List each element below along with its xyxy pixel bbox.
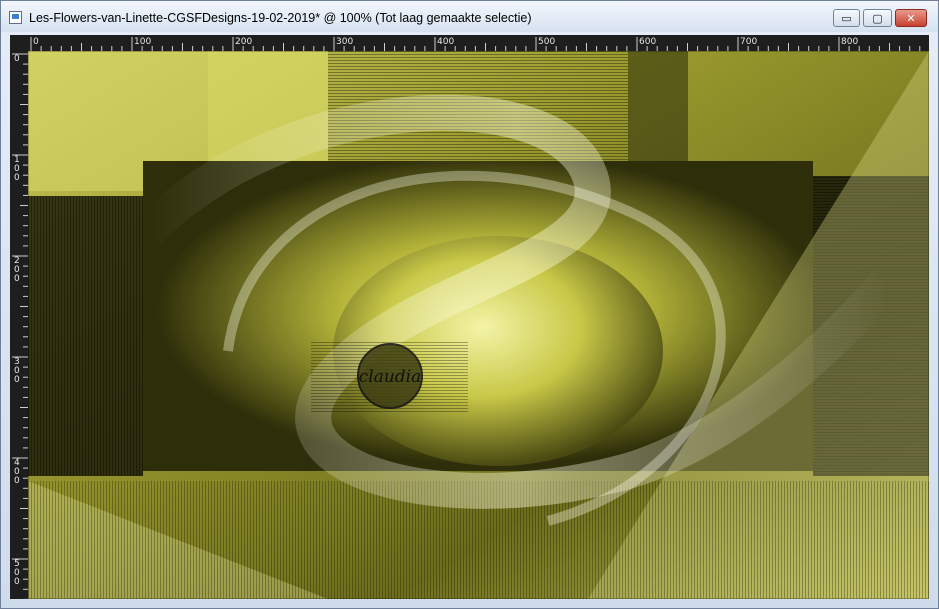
ruler-label: 0 xyxy=(14,173,20,183)
ruler-corner xyxy=(10,35,28,51)
title-bar[interactable]: Les-Flowers-van-Linette-CGSFDesigns-19-0… xyxy=(1,1,938,32)
close-button[interactable]: ✕ xyxy=(895,9,927,27)
window-title: Les-Flowers-van-Linette-CGSFDesigns-19-0… xyxy=(29,11,532,25)
ruler-label: 0 xyxy=(14,54,20,64)
watermark-text: claudia xyxy=(359,367,422,387)
ruler-label: 600 xyxy=(639,37,656,47)
document-icon xyxy=(9,11,22,24)
ruler-label: 0 xyxy=(14,577,20,587)
ruler-label: 300 xyxy=(336,37,353,47)
ruler-label: 700 xyxy=(740,37,757,47)
ruler-label: 400 xyxy=(437,37,454,47)
image-canvas[interactable]: claudia xyxy=(28,51,929,599)
image-window: Les-Flowers-van-Linette-CGSFDesigns-19-0… xyxy=(0,0,939,609)
claudia-watermark: claudia xyxy=(311,341,468,413)
ruler-label: 100 xyxy=(134,37,151,47)
vertical-ruler[interactable]: 0100200300400500 xyxy=(10,51,28,599)
ruler-label: 500 xyxy=(538,37,555,47)
ruler-label: 0 xyxy=(14,274,20,284)
horizontal-ruler[interactable]: 0 100 200 300 400 500 600 700 800 xyxy=(28,35,929,51)
minimize-button[interactable]: ▭ xyxy=(833,9,860,27)
ruler-label: 800 xyxy=(841,37,858,47)
ruler-label: 0 xyxy=(33,37,39,47)
ruler-label: 200 xyxy=(235,37,252,47)
ruler-label: 0 xyxy=(14,476,20,486)
left-dark-lines xyxy=(28,196,143,476)
ruler-label: 0 xyxy=(14,375,20,385)
artwork: claudia xyxy=(28,51,929,599)
vertical-ruler-scale: 0100200300400500 xyxy=(12,53,28,599)
maximize-button[interactable]: ▢ xyxy=(863,9,892,27)
horizontal-ruler-scale: 0 100 200 300 400 500 600 700 800 xyxy=(30,37,921,51)
